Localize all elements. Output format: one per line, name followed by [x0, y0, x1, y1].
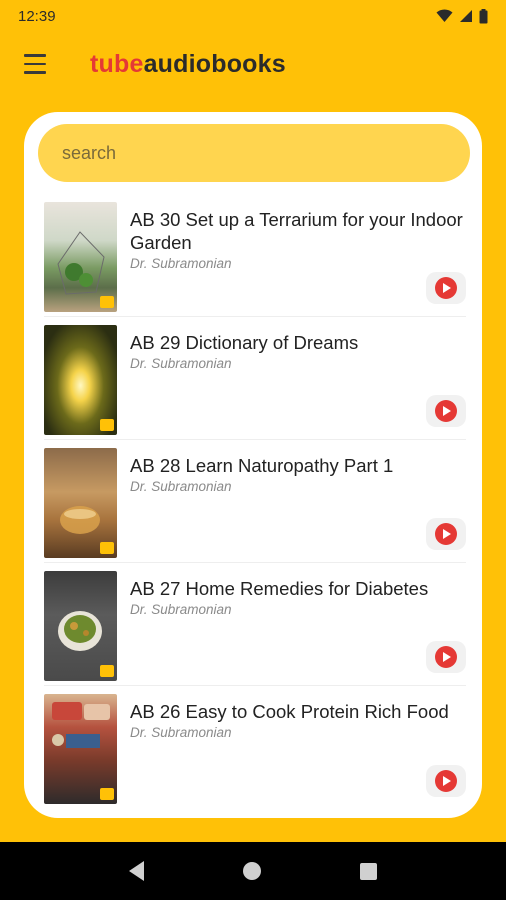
- book-info: AB 30 Set up a Terrarium for your Indoor…: [130, 208, 470, 271]
- wifi-icon: [436, 9, 453, 22]
- content-card: AB 30 Set up a Terrarium for your Indoor…: [24, 112, 482, 818]
- play-icon: [435, 646, 457, 668]
- play-button[interactable]: [426, 395, 466, 427]
- cover-badge: [100, 419, 114, 431]
- book-cover-thumbnail: [44, 694, 117, 804]
- signal-icon: [460, 10, 472, 22]
- menu-icon: [24, 51, 46, 77]
- search-input[interactable]: [62, 142, 470, 164]
- play-icon: [435, 770, 457, 792]
- play-button[interactable]: [426, 272, 466, 304]
- book-title: AB 30 Set up a Terrarium for your Indoor…: [130, 209, 463, 253]
- recents-icon[interactable]: [359, 862, 377, 880]
- status-bar: 12:39: [0, 0, 506, 32]
- app-bar: tubeaudiobooks: [0, 32, 506, 96]
- book-author: Dr. Subramonian: [130, 725, 232, 740]
- cover-badge: [100, 788, 114, 800]
- list-item[interactable]: AB 30 Set up a Terrarium for your Indoor…: [44, 194, 466, 317]
- list-item[interactable]: AB 28 Learn Naturopathy Part 1 Dr. Subra…: [44, 440, 466, 563]
- book-title: AB 27 Home Remedies for Diabetes: [130, 578, 429, 599]
- play-button[interactable]: [426, 765, 466, 797]
- book-author: Dr. Subramonian: [130, 479, 232, 494]
- play-icon: [435, 523, 457, 545]
- book-author: Dr. Subramonian: [130, 256, 232, 271]
- book-cover-thumbnail: [44, 571, 117, 681]
- book-info: AB 28 Learn Naturopathy Part 1 Dr. Subra…: [130, 454, 470, 494]
- book-author: Dr. Subramonian: [130, 602, 232, 617]
- brand-part-2: audiobooks: [143, 49, 286, 78]
- book-title: AB 28 Learn Naturopathy Part 1: [130, 455, 394, 476]
- list-item[interactable]: AB 27 Home Remedies for Diabetes Dr. Sub…: [44, 563, 466, 686]
- book-cover-thumbnail: [44, 448, 117, 558]
- book-title: AB 26 Easy to Cook Protein Rich Food: [130, 701, 449, 722]
- play-icon: [435, 277, 457, 299]
- play-icon: [435, 400, 457, 422]
- status-icons: [436, 8, 488, 24]
- play-button[interactable]: [426, 641, 466, 673]
- book-author: Dr. Subramonian: [130, 356, 232, 371]
- cover-badge: [100, 665, 114, 677]
- battery-icon: [479, 8, 488, 23]
- brand-part-1: tube: [90, 49, 144, 78]
- cover-badge: [100, 296, 114, 308]
- book-cover-thumbnail: [44, 202, 117, 312]
- list-item[interactable]: AB 26 Easy to Cook Protein Rich Food Dr.…: [44, 686, 466, 809]
- book-info: AB 27 Home Remedies for Diabetes Dr. Sub…: [130, 577, 470, 617]
- book-title: AB 29 Dictionary of Dreams: [130, 332, 359, 353]
- cover-badge: [100, 542, 114, 554]
- app-title: tubeaudiobooks: [90, 50, 286, 79]
- list-item[interactable]: AB 29 Dictionary of Dreams Dr. Subramoni…: [44, 317, 466, 440]
- menu-button[interactable]: [0, 32, 70, 96]
- system-nav-bar: [0, 842, 506, 900]
- book-info: AB 26 Easy to Cook Protein Rich Food Dr.…: [130, 700, 470, 740]
- search-bar[interactable]: [38, 124, 470, 182]
- book-cover-thumbnail: [44, 325, 117, 435]
- book-info: AB 29 Dictionary of Dreams Dr. Subramoni…: [130, 331, 470, 371]
- play-button[interactable]: [426, 518, 466, 550]
- back-icon[interactable]: [129, 861, 145, 881]
- status-time: 12:39: [18, 7, 56, 25]
- book-list: AB 30 Set up a Terrarium for your Indoor…: [24, 194, 482, 809]
- home-icon[interactable]: [242, 862, 261, 880]
